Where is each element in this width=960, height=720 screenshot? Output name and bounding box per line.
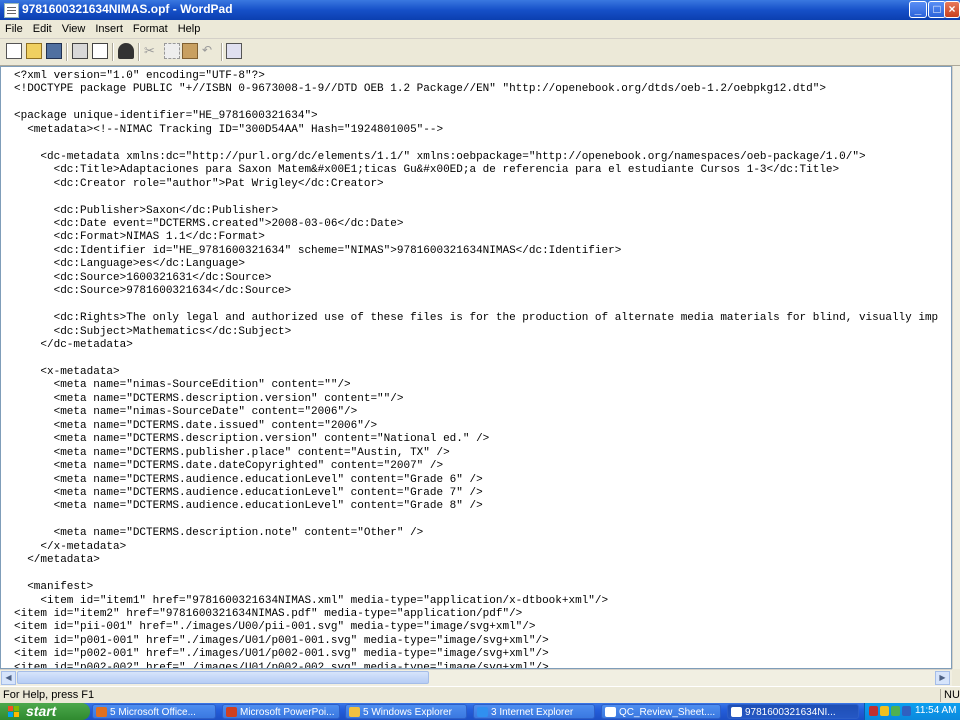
print-preview-icon[interactable] [92, 43, 108, 59]
document-line: <meta name="nimas-SourceEdition" content… [14, 379, 351, 392]
start-button[interactable]: start [0, 703, 90, 720]
menu-bar: File Edit View Insert Format Help [0, 20, 960, 39]
document-line: <meta name="DCTERMS.description.note" co… [14, 527, 424, 540]
document-line: <dc:Creator role="author">Pat Wrigley</d… [14, 177, 384, 190]
menu-insert[interactable]: Insert [90, 20, 128, 35]
copy-icon[interactable] [164, 43, 180, 59]
document-line: <dc:Identifier id="HE_9781600321634" sch… [14, 244, 622, 257]
document-line: <dc:Publisher>Saxon</dc:Publisher> [14, 204, 279, 217]
document-line: <?xml version="1.0" encoding="UTF-8"?> [14, 70, 265, 82]
paste-icon[interactable] [182, 43, 198, 59]
document-text-area[interactable]: <?xml version="1.0" encoding="UTF-8"?> <!… [0, 66, 952, 669]
taskbar-button[interactable]: 5 Microsoft Office... [92, 704, 216, 719]
taskbar: start 5 Microsoft Office... Microsoft Pow… [0, 703, 960, 720]
document-line: <!DOCTYPE package PUBLIC "+//ISBN 0-9673… [14, 83, 826, 96]
scroll-right-button[interactable]: ▶ [935, 671, 950, 685]
taskbar-button-label: 9781600321634NI... [745, 707, 836, 718]
taskbar-button[interactable]: 9781600321634NI... [727, 704, 859, 719]
taskbar-button-label: 5 Windows Explorer [363, 707, 452, 718]
num-lock-indicator: NUM [940, 689, 960, 702]
taskbar-button-label: 3 Internet Explorer [491, 707, 574, 718]
start-label: start [26, 703, 57, 719]
windows-logo-icon [8, 706, 19, 717]
window-title: 9781600321634NIMAS.opf - WordPad [22, 2, 233, 16]
taskbar-button[interactable]: QC_Review_Sheet.... [601, 704, 721, 719]
taskbar-button[interactable]: 5 Windows Explorer [345, 704, 467, 719]
wordpad-icon [4, 3, 19, 18]
document-line: <meta name="DCTERMS.description.version"… [14, 433, 490, 446]
taskbar-app-icon [731, 707, 742, 717]
document-line: <item id="item2" href="9781600321634NIMA… [14, 608, 523, 620]
document-line: <item id="pii-001" href="./images/U00/pi… [14, 621, 536, 634]
document-line: <dc:Date event="DCTERMS.created">2008-03… [14, 217, 404, 230]
date-time-icon[interactable] [226, 43, 242, 59]
document-line: <meta name="DCTERMS.date.issued" content… [14, 419, 378, 432]
document-line: <meta name="DCTERMS.description.version"… [14, 392, 404, 405]
taskbar-button-label: Microsoft PowerPoi... [240, 707, 335, 718]
taskbar-app-icon [605, 707, 616, 717]
menu-format[interactable]: Format [128, 20, 173, 35]
minimize-button[interactable]: _ [909, 1, 927, 18]
taskbar-button[interactable]: Microsoft PowerPoi... [222, 704, 340, 719]
taskbar-button-label: 5 Microsoft Office... [110, 707, 196, 718]
menu-help[interactable]: Help [173, 20, 206, 35]
document-line: <dc:Rights>The only legal and authorized… [14, 312, 939, 325]
document-line: <dc:Title>Adaptaciones para Saxon Matem&… [14, 164, 840, 177]
taskbar-button[interactable]: 3 Internet Explorer [473, 704, 595, 719]
title-bar[interactable]: 9781600321634NIMAS.opf - WordPad _ □ × [0, 0, 960, 20]
document-line: <meta name="DCTERMS.audience.educationLe… [14, 500, 483, 513]
tray-app-icon[interactable] [880, 706, 889, 716]
document-line: <x-metadata> [14, 365, 120, 378]
find-icon[interactable] [118, 43, 134, 59]
menu-view[interactable]: View [57, 20, 91, 35]
menu-file[interactable]: File [0, 20, 28, 35]
vertical-scrollbar[interactable] [952, 66, 960, 669]
document-line: <item id="p001-001" href="./images/U01/p… [14, 634, 549, 647]
document-line: <item id="p002-001" href="./images/U01/p… [14, 648, 549, 661]
status-bar: For Help, press F1 NUM [0, 686, 960, 704]
document-line: <meta name="DCTERMS.audience.educationLe… [14, 486, 483, 499]
document-line: </x-metadata> [14, 540, 127, 553]
tray-app-icon[interactable] [891, 706, 900, 716]
taskbar-app-icon [477, 707, 488, 717]
taskbar-app-icon [349, 707, 360, 717]
document-line: <meta name="nimas-SourceDate" content="2… [14, 406, 358, 419]
document-line: <dc-metadata xmlns:dc="http://purl.org/d… [14, 150, 866, 163]
document-line: <meta name="DCTERMS.publisher.place" con… [14, 446, 450, 459]
document-line: <metadata><!--NIMAC Tracking ID="300D54A… [14, 123, 444, 136]
document-line: <item id="p002-002" href="./images/U01/p… [14, 661, 549, 669]
document-line: <dc:Format>NIMAS 1.1</dc:Format> [14, 231, 265, 244]
document-line: <package unique-identifier="HE_978160032… [14, 110, 318, 123]
document-line: <dc:Subject>Mathematics</dc:Subject> [14, 325, 292, 338]
status-help-text: For Help, press F1 [3, 689, 95, 701]
taskbar-button-label: QC_Review_Sheet.... [619, 707, 716, 718]
cut-icon[interactable]: ✂ [144, 43, 160, 59]
close-button[interactable]: × [944, 1, 960, 18]
document-line: </metadata> [14, 554, 100, 567]
document-line: <manifest> [14, 581, 94, 594]
tray-app-icon[interactable] [869, 706, 878, 716]
document-line: <item id="item1" href="9781600321634NIMA… [14, 594, 609, 607]
toolbar: ✂ ↶ [0, 39, 960, 66]
document-line: <meta name="DCTERMS.date.dateCopyrighted… [14, 460, 444, 473]
taskbar-app-icon [226, 707, 237, 717]
horizontal-scrollbar[interactable]: ◀ ▶ [0, 669, 952, 686]
document-line: <meta name="DCTERMS.audience.educationLe… [14, 473, 483, 486]
print-icon[interactable] [72, 43, 88, 59]
save-icon[interactable] [46, 43, 62, 59]
system-tray: 11:54 AM [864, 703, 960, 720]
document-line: <dc:Source>9781600321634</dc:Source> [14, 285, 292, 298]
menu-edit[interactable]: Edit [28, 20, 57, 35]
scroll-left-button[interactable]: ◀ [1, 671, 16, 685]
scroll-thumb[interactable] [17, 671, 429, 684]
clock[interactable]: 11:54 AM [915, 705, 957, 716]
tray-app-icon[interactable] [902, 706, 911, 716]
undo-icon[interactable]: ↶ [202, 43, 218, 59]
taskbar-app-icon [96, 707, 107, 717]
new-icon[interactable] [6, 43, 22, 59]
document-line: </dc-metadata> [14, 339, 133, 351]
document-line: <dc:Language>es</dc:Language> [14, 258, 246, 271]
open-icon[interactable] [26, 43, 42, 59]
document-line: <dc:Source>1600321631</dc:Source> [14, 271, 272, 284]
